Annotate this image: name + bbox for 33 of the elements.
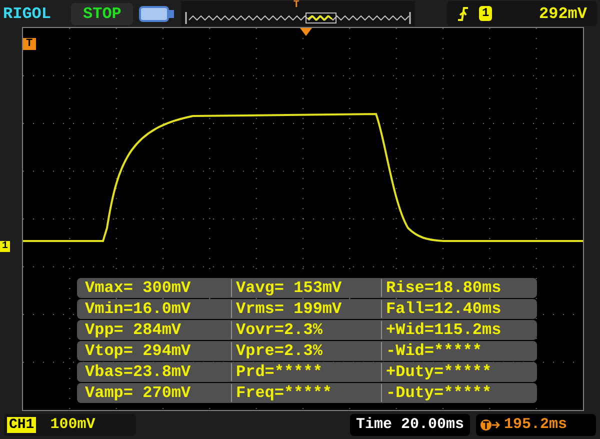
measurement-value: Vmax= 300mV (84, 279, 192, 297)
channel-marker: 1 (0, 241, 10, 252)
battery-icon (139, 6, 176, 22)
trigger-offset: 195.2ms (504, 414, 568, 435)
measurement-value: Vbas=23.8mV (84, 363, 192, 381)
measurement-value: Rise=18.80ms (381, 279, 531, 297)
measurement-value: Vpp= 284mV (84, 321, 182, 339)
measurement-value: Vavg= 153mV (231, 279, 381, 297)
run-status: STOP (71, 2, 134, 24)
trigger-marker: T (23, 38, 36, 50)
measurement-value: Vpre=2.3% (231, 342, 381, 360)
trigger-level: 292mV (538, 4, 587, 24)
measurement-value: +Wid=115.2ms (381, 321, 531, 339)
trigger-position-marker: T (293, 1, 300, 11)
measurement-value: Vamp= 270mV (84, 384, 192, 402)
measurement-value: Vmin=16.0mV (84, 300, 192, 318)
measurement-value: Fall=12.40ms (381, 300, 531, 318)
measurement-value: Vtop= 294mV (84, 342, 192, 360)
measurement-value: +Duty=***** (381, 363, 531, 381)
trigger-offset-icon (480, 419, 500, 431)
measurement-value: Vrms= 199mV (231, 300, 381, 318)
measurement-value: Prd=***** (231, 363, 381, 381)
measurement-value: -Duty=***** (381, 384, 531, 402)
channel-label: CH1 (7, 417, 36, 433)
rising-edge-icon (457, 6, 469, 20)
channel-scale: 100mV (50, 414, 96, 435)
trigger-source-badge: 1 (479, 6, 492, 21)
measurement-value: Vovr=2.3% (231, 321, 381, 339)
trigger-position-triangle (300, 28, 312, 36)
measurement-value: -Wid=***** (381, 342, 531, 360)
timebase-readout: Time 20.00ms (350, 414, 470, 436)
brand-logo: RIGOL (3, 4, 52, 24)
measurement-value: Freq=***** (231, 384, 381, 402)
